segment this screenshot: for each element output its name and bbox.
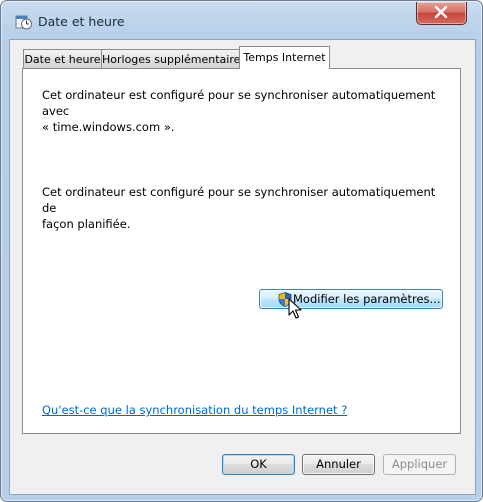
tab-internet-time[interactable]: Temps Internet (239, 46, 330, 69)
close-icon (434, 6, 448, 18)
modify-settings-label: Modifier les paramètres... (293, 292, 441, 306)
mouse-pointer-icon (288, 298, 302, 319)
cancel-button[interactable]: Annuler (302, 454, 375, 475)
tab-label: Temps Internet (243, 51, 326, 64)
clock-calendar-icon (15, 15, 32, 30)
tab-label: Date et heure (24, 53, 101, 66)
server-sync-line-1: Cet ordinateur est configuré pour se syn… (42, 88, 436, 118)
modify-settings-button[interactable]: Modifier les paramètres... (259, 289, 443, 309)
schedule-sync-line-1: Cet ordinateur est configuré pour se syn… (42, 185, 436, 215)
date-time-dialog: Date et heure Date et heure Horloges sup… (0, 0, 483, 502)
tab-label: Horloges supplémentaires (102, 53, 247, 66)
server-sync-text: Cet ordinateur est configuré pour se syn… (42, 87, 442, 135)
dialog-client-area: Date et heure Horloges supplémentaires T… (9, 39, 476, 495)
window-title: Date et heure (38, 14, 125, 29)
internet-time-panel: Cet ordinateur est configuré pour se syn… (22, 68, 461, 434)
title-bar[interactable]: Date et heure (1, 1, 482, 31)
schedule-sync-line-2: façon planifiée. (42, 217, 131, 231)
internet-time-help-link[interactable]: Qu'est-ce que la synchronisation du temp… (42, 403, 347, 417)
server-sync-line-2: « time.windows.com ». (42, 120, 175, 134)
close-button[interactable] (416, 2, 467, 25)
tab-date-time[interactable]: Date et heure (23, 49, 102, 68)
tab-additional-clocks[interactable]: Horloges supplémentaires (101, 49, 246, 68)
ok-button[interactable]: OK (222, 454, 295, 475)
apply-button[interactable]: Appliquer (383, 454, 456, 475)
schedule-sync-text: Cet ordinateur est configuré pour se syn… (42, 184, 442, 232)
